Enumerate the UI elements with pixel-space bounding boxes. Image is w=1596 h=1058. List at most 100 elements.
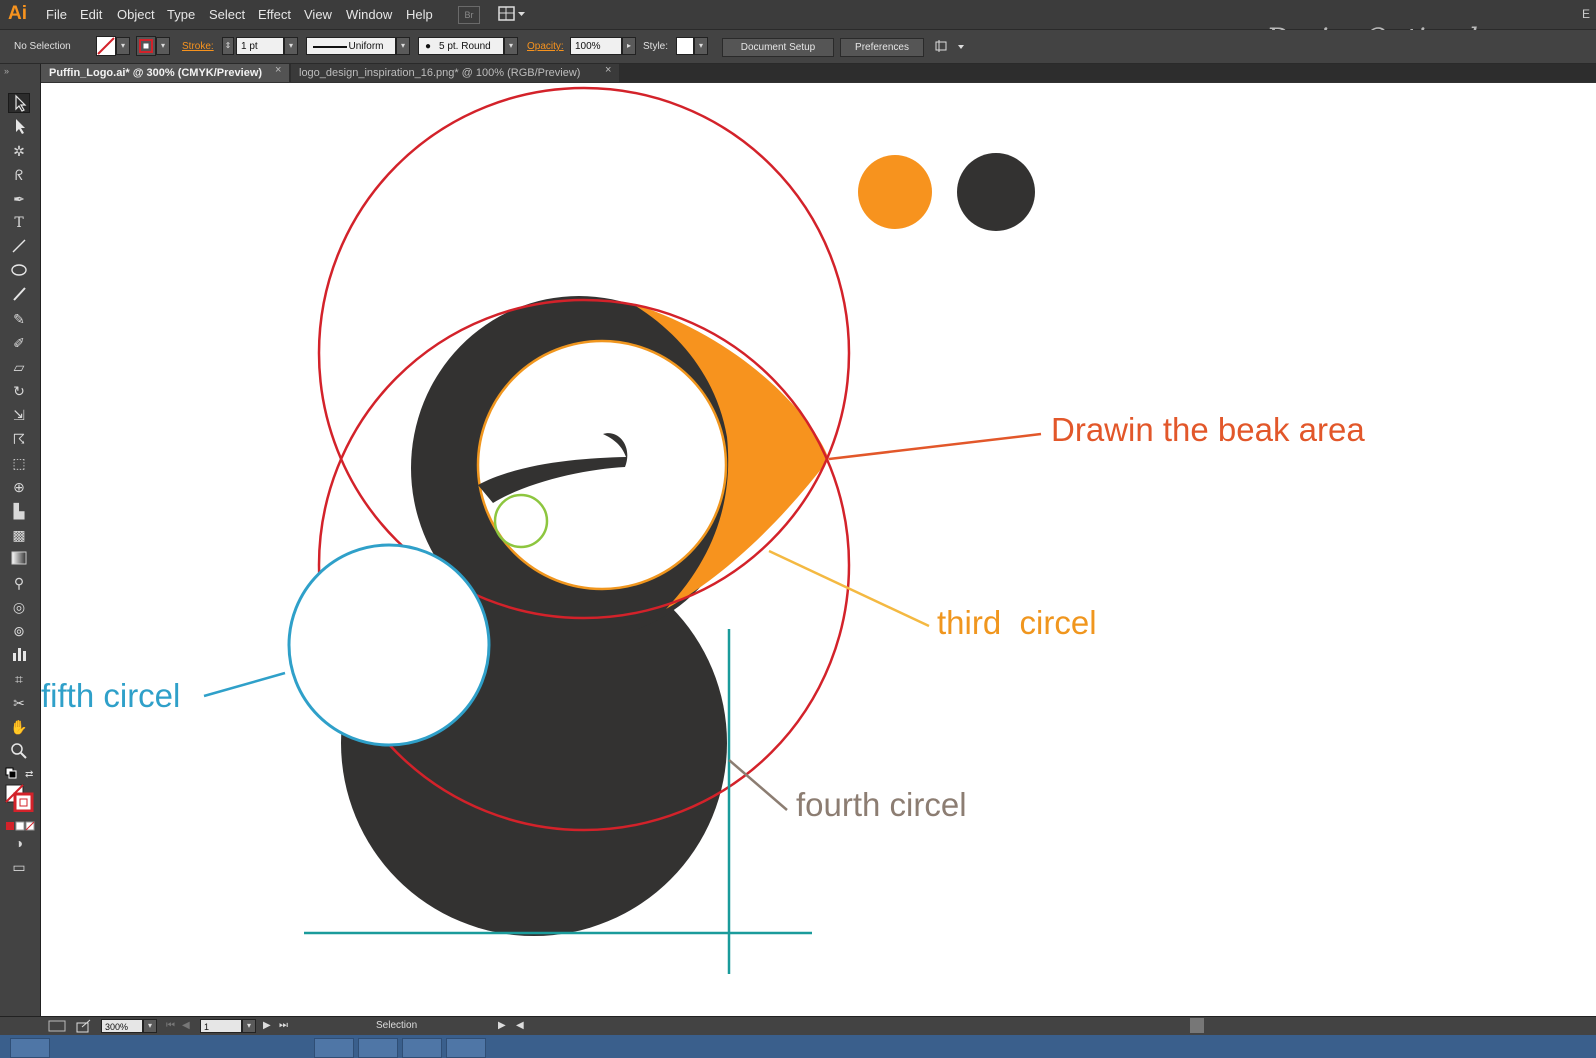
- gradient-tool-icon[interactable]: [8, 549, 30, 569]
- default-colors-icon[interactable]: ⇄: [5, 767, 35, 781]
- type-tool-icon[interactable]: T: [8, 213, 30, 233]
- shape-builder-tool-icon[interactable]: ⊕: [8, 477, 30, 497]
- style-label: Style:: [643, 41, 669, 52]
- column-graph-tool-icon[interactable]: [8, 645, 30, 665]
- variable-width-profile[interactable]: Uniform: [306, 37, 396, 55]
- graphic-style-dropdown[interactable]: ▾: [694, 37, 708, 55]
- first-artboard-icon[interactable]: ⏮: [166, 1020, 175, 1031]
- dark-color-swatch[interactable]: [957, 153, 1035, 231]
- taskbar-app-icon[interactable]: [402, 1038, 442, 1058]
- menu-select[interactable]: Select: [209, 7, 245, 22]
- opacity-slider-toggle[interactable]: ▸: [622, 37, 636, 55]
- menu-window[interactable]: Window: [346, 7, 392, 22]
- next-artboard-icon[interactable]: ▶: [263, 1020, 271, 1031]
- color-mode-icons[interactable]: [6, 818, 36, 831]
- fourth-circle-annotation: fourth circel: [796, 786, 967, 823]
- menu-type[interactable]: Type: [167, 7, 195, 22]
- selection-tool-icon[interactable]: [8, 93, 30, 113]
- direct-selection-tool-icon[interactable]: [8, 117, 30, 137]
- bridge-button[interactable]: Br: [458, 6, 480, 24]
- previous-artboard-icon[interactable]: ◀: [182, 1020, 190, 1031]
- zoom-tool-icon[interactable]: [8, 741, 30, 761]
- slice-tool-icon[interactable]: ✂: [8, 693, 30, 713]
- blend-tool-icon[interactable]: ◎: [8, 597, 30, 617]
- current-tool-status: Selection: [376, 1020, 418, 1031]
- rotate-tool-icon[interactable]: ↻: [8, 381, 30, 401]
- tab-puffin-logo[interactable]: Puffin_Logo.ai* @ 300% (CMYK/Preview): [41, 64, 289, 82]
- graphic-style-swatch[interactable]: [676, 37, 694, 55]
- document-setup-button[interactable]: Document Setup: [722, 38, 834, 57]
- status-menu-icon[interactable]: ▶: [498, 1020, 506, 1031]
- eyedropper-tool-icon[interactable]: ⚲: [8, 573, 30, 593]
- pen-tool-icon[interactable]: ✒: [8, 189, 30, 209]
- menu-view[interactable]: View: [304, 7, 332, 22]
- taskbar-app-icon[interactable]: [446, 1038, 486, 1058]
- horizontal-scrollbar-thumb[interactable]: [1190, 1018, 1204, 1033]
- orange-color-swatch[interactable]: [858, 155, 932, 229]
- hand-tool-icon[interactable]: ✋: [8, 717, 30, 737]
- zoom-level-field[interactable]: 300%: [101, 1019, 143, 1033]
- magic-wand-tool-icon[interactable]: ✲: [8, 141, 30, 161]
- ellipse-tool-icon[interactable]: [8, 261, 30, 281]
- menu-bar: Ai File Edit Object Type Select Effect V…: [0, 0, 1596, 55]
- lasso-tool-icon[interactable]: ᖇ: [8, 165, 30, 185]
- paintbrush-tool-icon[interactable]: [8, 285, 30, 305]
- warp-tool-icon[interactable]: ☈: [8, 429, 30, 449]
- menu-object[interactable]: Object: [117, 7, 155, 22]
- menu-edit[interactable]: Edit: [80, 7, 102, 22]
- stroke-weight-dropdown[interactable]: ▾: [284, 37, 298, 55]
- taskbar-app-icon[interactable]: [358, 1038, 398, 1058]
- opacity-field[interactable]: 100%: [570, 37, 622, 55]
- tab-logo-inspiration[interactable]: logo_design_inspiration_16.png* @ 100% (…: [291, 64, 619, 82]
- preferences-button[interactable]: Preferences: [840, 38, 924, 57]
- arrange-documents-button[interactable]: [498, 6, 528, 22]
- artboard-navigation-icon[interactable]: [48, 1019, 68, 1033]
- mesh-tool-icon[interactable]: ▩: [8, 525, 30, 545]
- fill-stroke-swatches[interactable]: [5, 784, 35, 813]
- taskbar-app-icon[interactable]: [10, 1038, 50, 1058]
- menu-effect[interactable]: Effect: [258, 7, 291, 22]
- beak-leader-line: [828, 432, 1042, 461]
- artboard-tool-icon[interactable]: ⌗: [8, 669, 30, 689]
- perspective-grid-tool-icon[interactable]: ▙: [8, 501, 30, 521]
- scroll-left-icon[interactable]: ◀: [516, 1020, 524, 1031]
- taskbar-app-icon[interactable]: [314, 1038, 354, 1058]
- artboard-number-field[interactable]: 1: [200, 1019, 242, 1033]
- brush-dropdown[interactable]: ▾: [504, 37, 518, 55]
- status-bar: 300% ▾ ⏮ ◀ 1 ▾ ▶ ⏭ Selection ▶ ◀: [0, 1016, 1596, 1035]
- fifth-leader-line: [203, 671, 286, 698]
- brush-definition[interactable]: ● 5 pt. Round: [418, 37, 504, 55]
- menu-help[interactable]: Help: [406, 7, 433, 22]
- align-options-button[interactable]: [934, 39, 968, 55]
- panel-collapse-icon[interactable]: »: [4, 66, 9, 76]
- stroke-dropdown[interactable]: ▾: [156, 37, 170, 55]
- scale-tool-icon[interactable]: ⇲: [8, 405, 30, 425]
- stroke-weight-field[interactable]: 1 pt: [236, 37, 284, 55]
- fifth-circle[interactable]: [287, 543, 491, 747]
- line-segment-tool-icon[interactable]: [8, 237, 30, 257]
- last-artboard-icon[interactable]: ⏭: [279, 1020, 288, 1031]
- artboard-canvas[interactable]: Drawin the beak area third circel fifth …: [41, 83, 1596, 1016]
- pencil-tool-icon[interactable]: ✎: [8, 309, 30, 329]
- menu-file[interactable]: File: [46, 7, 67, 22]
- zoom-dropdown[interactable]: ▾: [143, 1019, 157, 1033]
- artboard-dropdown[interactable]: ▾: [242, 1019, 256, 1033]
- stroke-swatch[interactable]: [136, 36, 156, 56]
- eraser-tool-icon[interactable]: ▱: [8, 357, 30, 377]
- tab-close-icon[interactable]: ×: [605, 64, 611, 76]
- stroke-weight-stepper[interactable]: ⇕: [222, 37, 234, 55]
- drawing-modes-icon[interactable]: ◑: [8, 833, 30, 853]
- fill-swatch[interactable]: [96, 36, 116, 56]
- share-icon[interactable]: [76, 1019, 92, 1033]
- opacity-label[interactable]: Opacity:: [527, 41, 564, 52]
- profile-dropdown[interactable]: ▾: [396, 37, 410, 55]
- fill-dropdown[interactable]: ▾: [116, 37, 130, 55]
- screen-mode-icon[interactable]: ▭: [8, 857, 30, 877]
- symbol-sprayer-tool-icon[interactable]: ⊚: [8, 621, 30, 641]
- workspace-switcher[interactable]: E: [1582, 7, 1590, 21]
- stroke-color-icon: [139, 39, 153, 53]
- stroke-label[interactable]: Stroke:: [182, 41, 214, 52]
- tab-close-icon[interactable]: ×: [275, 64, 281, 76]
- free-transform-tool-icon[interactable]: ⬚: [8, 453, 30, 473]
- blob-brush-tool-icon[interactable]: ✐: [8, 333, 30, 353]
